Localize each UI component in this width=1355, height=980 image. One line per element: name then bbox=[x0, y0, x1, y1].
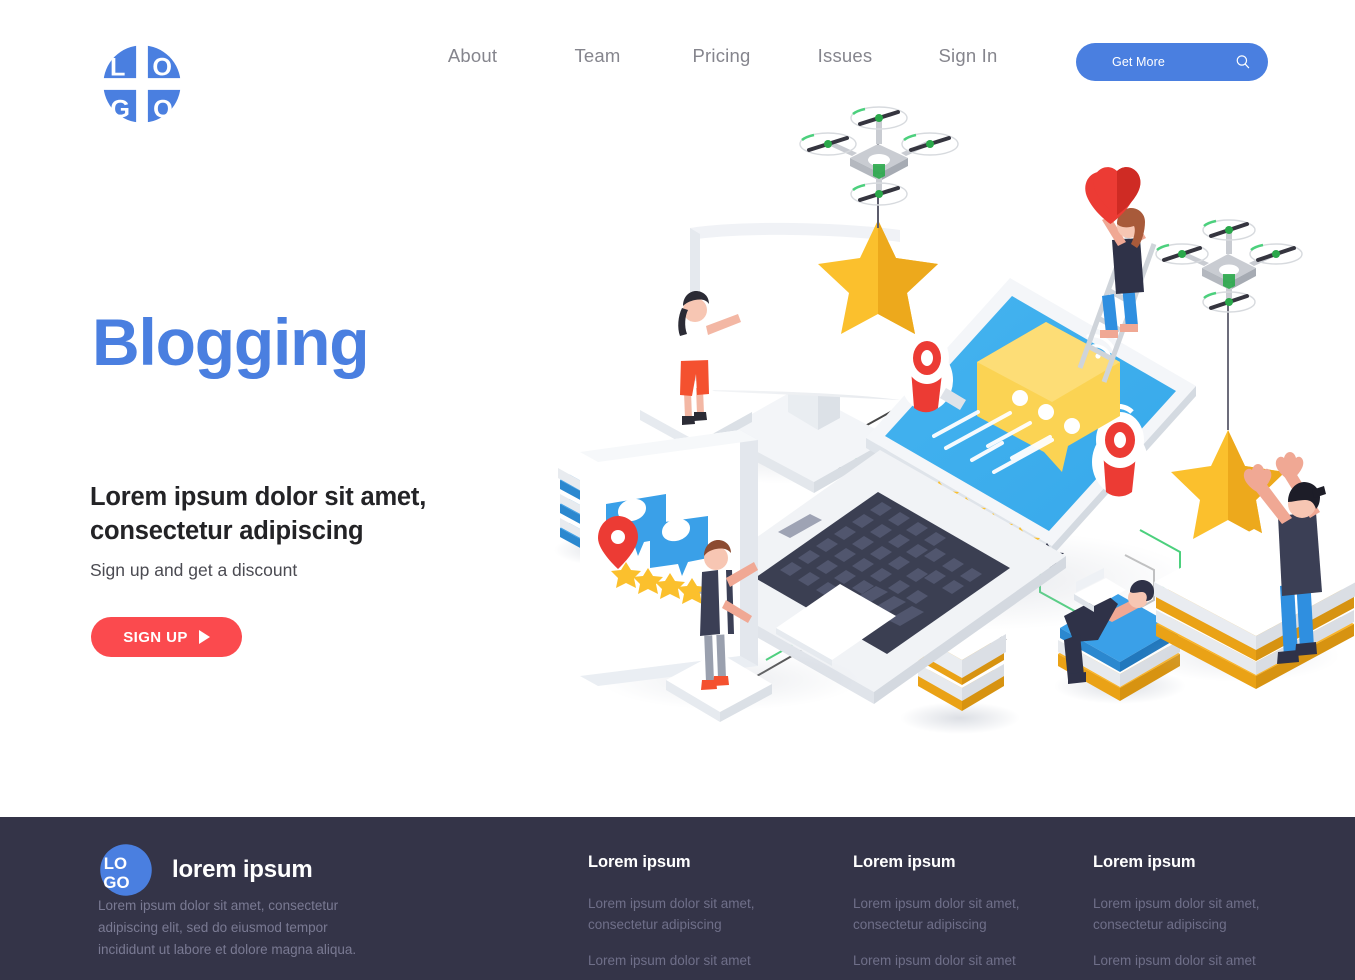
nav-item-about[interactable]: About bbox=[410, 45, 535, 67]
footer-column-1: Lorem ipsum Lorem ipsum dolor sit amet, … bbox=[588, 853, 818, 980]
footer-brand[interactable]: LO GO lorem ipsum bbox=[98, 842, 313, 898]
footer-brand-name: lorem ipsum bbox=[172, 856, 313, 883]
search-icon bbox=[1236, 55, 1250, 69]
get-more-label: Get More bbox=[1112, 55, 1165, 69]
footer-column-title: Lorem ipsum bbox=[588, 853, 691, 871]
logo-icon: L O G O bbox=[100, 42, 184, 126]
isometric-scene bbox=[554, 106, 1355, 734]
nav-item-issues[interactable]: Issues bbox=[783, 45, 907, 67]
svg-text:LO: LO bbox=[104, 854, 127, 873]
nav-item-team[interactable]: Team bbox=[535, 45, 660, 67]
footer-link[interactable]: Lorem ipsum dolor sit amet, consectetur … bbox=[1093, 894, 1323, 935]
main-nav: About Team Pricing Issues Sign In bbox=[410, 45, 1029, 67]
footer-column-title: Lorem ipsum bbox=[853, 853, 956, 871]
nav-item-sign-in[interactable]: Sign In bbox=[907, 45, 1029, 67]
get-more-button[interactable]: Get More bbox=[1076, 43, 1268, 81]
footer-link[interactable]: Lorem ipsum dolor sit amet, consectetur … bbox=[853, 894, 1083, 935]
page-title: Blogging bbox=[92, 305, 370, 379]
footer-column-2: Lorem ipsum Lorem ipsum dolor sit amet, … bbox=[853, 853, 1083, 980]
footer-link[interactable]: Lorem ipsum dolor sit amet bbox=[853, 951, 1083, 972]
hero-illustration bbox=[540, 100, 1355, 800]
sign-up-button[interactable]: SIGN UP bbox=[91, 617, 242, 657]
svg-text:G: G bbox=[110, 96, 130, 124]
svg-text:L: L bbox=[110, 54, 125, 82]
footer-link[interactable]: Lorem ipsum dolor sit amet, consectetur … bbox=[588, 894, 818, 935]
nav-item-pricing[interactable]: Pricing bbox=[660, 45, 783, 67]
gold-star-right bbox=[1171, 430, 1285, 539]
sign-up-label: SIGN UP bbox=[123, 628, 188, 646]
footer-about-text: Lorem ipsum dolor sit amet, consectetur … bbox=[98, 898, 357, 957]
hero-subtitle: Lorem ipsum dolor sit amet, consectetur … bbox=[90, 483, 427, 545]
svg-text:GO: GO bbox=[103, 873, 129, 892]
site-logo[interactable]: L O G O bbox=[100, 42, 184, 126]
footer-link[interactable]: Lorem ipsum dolor sit amet bbox=[1093, 951, 1323, 972]
footer-link[interactable]: Lorem ipsum dolor sit amet bbox=[588, 951, 818, 972]
hero-description: Sign up and get a discount bbox=[90, 560, 298, 580]
site-footer: LO GO lorem ipsum Lorem ipsum dolor sit … bbox=[0, 817, 1355, 980]
footer-column-title: Lorem ipsum bbox=[1093, 853, 1196, 871]
footer-logo-icon: LO GO bbox=[100, 844, 152, 896]
person-on-ladder bbox=[1077, 167, 1157, 383]
svg-text:O: O bbox=[152, 54, 172, 82]
drone-left bbox=[799, 106, 959, 228]
play-icon bbox=[198, 630, 210, 644]
svg-text:O: O bbox=[153, 96, 173, 124]
footer-column-3: Lorem ipsum Lorem ipsum dolor sit amet, … bbox=[1093, 853, 1323, 980]
